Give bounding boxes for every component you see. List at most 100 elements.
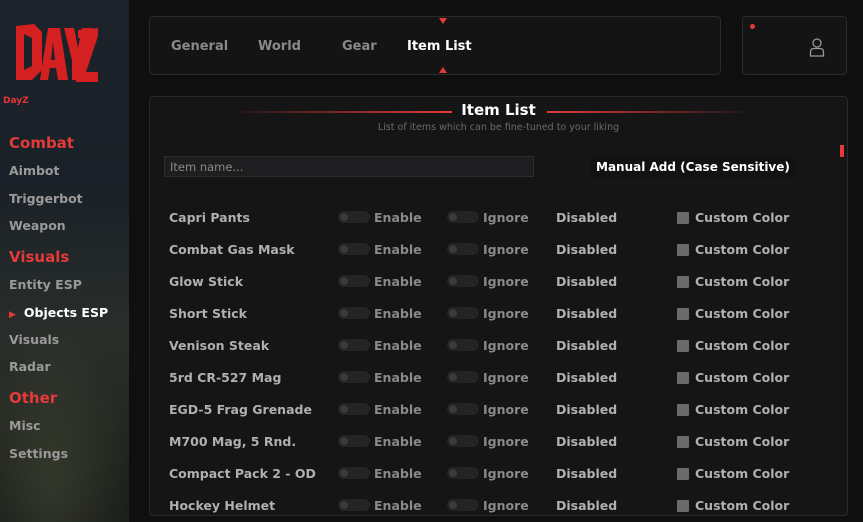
manual-add-button[interactable]: Manual Add (Case Sensitive) <box>590 156 796 178</box>
item-name: Glow Stick <box>169 274 244 289</box>
custom-color-label: Custom Color <box>695 370 790 385</box>
tab-general[interactable]: General <box>171 39 228 54</box>
ignore-toggle[interactable] <box>447 371 479 383</box>
enable-toggle[interactable] <box>338 243 370 255</box>
list-item: Glow Stick Enable Ignore Disabled Custom… <box>150 272 847 304</box>
item-status: Disabled <box>556 242 618 257</box>
enable-label: Enable <box>374 466 422 481</box>
custom-color-label: Custom Color <box>695 498 790 513</box>
list-item: Combat Gas Mask Enable Ignore Disabled C… <box>150 240 847 272</box>
enable-label: Enable <box>374 306 422 321</box>
ignore-label: Ignore <box>483 338 529 353</box>
ignore-toggle[interactable] <box>447 435 479 447</box>
ignore-toggle[interactable] <box>447 403 479 415</box>
panel-subtitle: List of items which can be fine-tuned to… <box>377 122 620 133</box>
item-search-input[interactable] <box>164 156 534 177</box>
enable-toggle[interactable] <box>338 211 370 223</box>
sidebar-item-entity-esp[interactable]: Entity ESP <box>9 277 82 292</box>
enable-toggle[interactable] <box>338 499 370 511</box>
item-status: Disabled <box>556 306 618 321</box>
custom-color-checkbox[interactable] <box>677 276 689 288</box>
item-name: Venison Steak <box>169 338 270 353</box>
user-box <box>742 16 847 75</box>
enable-toggle[interactable] <box>338 371 370 383</box>
ignore-toggle[interactable] <box>447 467 479 479</box>
item-name: Compact Pack 2 - OD <box>169 466 316 481</box>
item-status: Disabled <box>556 370 618 385</box>
list-item: Capri Pants Enable Ignore Disabled Custo… <box>150 208 847 240</box>
custom-color-checkbox[interactable] <box>677 500 689 512</box>
item-status: Disabled <box>556 434 618 449</box>
custom-color-checkbox[interactable] <box>677 468 689 480</box>
section-visuals: Visuals <box>9 248 70 266</box>
item-name: Hockey Helmet <box>169 498 276 513</box>
item-name: 5rd CR-527 Mag <box>169 370 282 385</box>
enable-label: Enable <box>374 370 422 385</box>
sidebar-item-radar[interactable]: Radar <box>9 359 51 374</box>
item-status: Disabled <box>556 210 618 225</box>
ignore-toggle[interactable] <box>447 339 479 351</box>
item-name: Capri Pants <box>169 210 250 225</box>
item-name: M700 Mag, 5 Rnd. <box>169 434 297 449</box>
enable-label: Enable <box>374 402 422 417</box>
enable-label: Enable <box>374 210 422 225</box>
ignore-toggle[interactable] <box>447 275 479 287</box>
ignore-toggle[interactable] <box>447 211 479 223</box>
item-status: Disabled <box>556 274 618 289</box>
notification-dot <box>750 24 755 29</box>
list-item: Venison Steak Enable Ignore Disabled Cus… <box>150 336 847 368</box>
enable-toggle[interactable] <box>338 275 370 287</box>
sidebar-item-aimbot[interactable]: Aimbot <box>9 163 60 178</box>
tab-gear[interactable]: Gear <box>342 39 377 54</box>
tab-item-list[interactable]: Item List <box>407 39 472 54</box>
sidebar-item-weapon[interactable]: Weapon <box>9 218 66 233</box>
custom-color-label: Custom Color <box>695 274 790 289</box>
ignore-toggle[interactable] <box>447 499 479 511</box>
ignore-label: Ignore <box>483 306 529 321</box>
tab-world[interactable]: World <box>258 39 301 54</box>
sidebar-item-triggerbot[interactable]: Triggerbot <box>9 191 83 206</box>
enable-label: Enable <box>374 242 422 257</box>
active-tab-bottom-marker <box>439 67 447 73</box>
section-other: Other <box>9 389 58 407</box>
custom-color-label: Custom Color <box>695 242 790 257</box>
enable-toggle[interactable] <box>338 403 370 415</box>
item-name: EGD-5 Frag Grenade <box>169 402 312 417</box>
ignore-label: Ignore <box>483 242 529 257</box>
scrollbar-thumb[interactable] <box>840 145 844 157</box>
sidebar-item-visuals[interactable]: Visuals <box>9 332 59 347</box>
list-item: M700 Mag, 5 Rnd. Enable Ignore Disabled … <box>150 432 847 464</box>
enable-toggle[interactable] <box>338 307 370 319</box>
ignore-toggle[interactable] <box>447 307 479 319</box>
ignore-label: Ignore <box>483 210 529 225</box>
sidebar-item-settings[interactable]: Settings <box>9 446 68 461</box>
enable-label: Enable <box>374 498 422 513</box>
enable-label: Enable <box>374 338 422 353</box>
custom-color-label: Custom Color <box>695 466 790 481</box>
custom-color-label: Custom Color <box>695 434 790 449</box>
ignore-label: Ignore <box>483 466 529 481</box>
item-name: Short Stick <box>169 306 247 321</box>
custom-color-checkbox[interactable] <box>677 340 689 352</box>
panel-title: Item List <box>461 101 536 119</box>
ignore-toggle[interactable] <box>447 243 479 255</box>
item-status: Disabled <box>556 338 618 353</box>
custom-color-checkbox[interactable] <box>677 244 689 256</box>
brand-name: DayZ <box>3 96 29 106</box>
custom-color-checkbox[interactable] <box>677 308 689 320</box>
enable-toggle[interactable] <box>338 435 370 447</box>
enable-toggle[interactable] <box>338 339 370 351</box>
enable-toggle[interactable] <box>338 467 370 479</box>
custom-color-label: Custom Color <box>695 306 790 321</box>
custom-color-checkbox[interactable] <box>677 404 689 416</box>
user-icon[interactable] <box>809 37 825 57</box>
active-arrow-icon: ▶ <box>9 310 16 320</box>
custom-color-checkbox[interactable] <box>677 212 689 224</box>
custom-color-checkbox[interactable] <box>677 372 689 384</box>
sidebar-item-objects-esp[interactable]: ▶ Objects ESP <box>9 305 108 320</box>
section-combat: Combat <box>9 134 74 152</box>
item-list-panel: Item List List of items which can be fin… <box>149 96 848 516</box>
custom-color-checkbox[interactable] <box>677 436 689 448</box>
ignore-label: Ignore <box>483 370 529 385</box>
sidebar-item-misc[interactable]: Misc <box>9 418 41 433</box>
